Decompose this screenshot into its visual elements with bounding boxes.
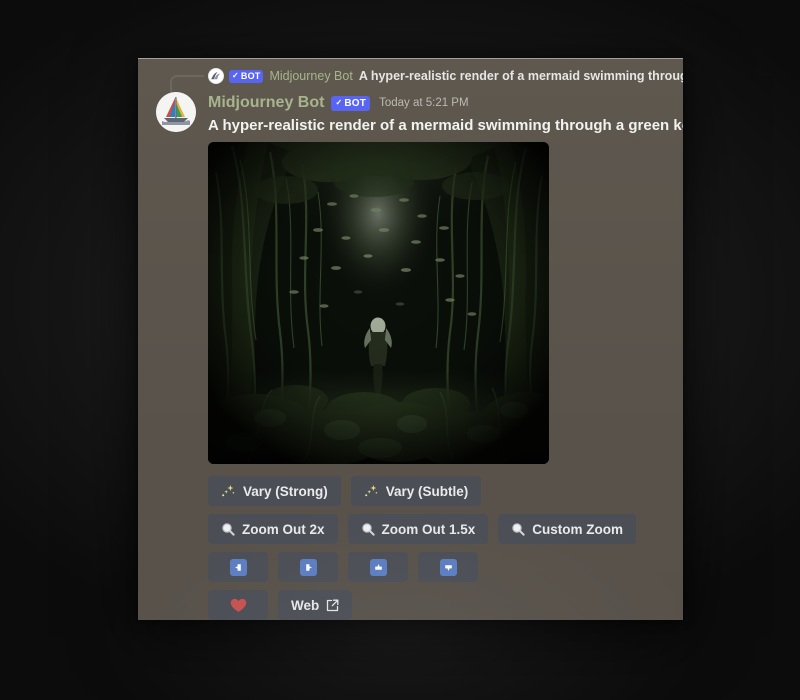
reply-author-name[interactable]: Midjourney Bot	[269, 69, 352, 83]
reply-preview-text[interactable]: A hyper-realistic render of a mermaid sw…	[359, 69, 683, 83]
kelp-forest-artwork	[208, 142, 549, 464]
magnifying-glass-icon	[511, 522, 525, 536]
message-author-name[interactable]: Midjourney Bot	[208, 94, 324, 112]
action-row-misc: Web	[208, 590, 683, 620]
button-label: Web	[291, 597, 320, 613]
generated-image-attachment[interactable]	[208, 142, 549, 464]
midjourney-logo-icon	[208, 68, 224, 84]
button-label: Vary (Subtle)	[385, 483, 469, 499]
arrow-down-icon	[439, 558, 457, 576]
arrow-left-icon	[229, 558, 247, 576]
pan-down-button[interactable]	[418, 552, 478, 582]
message-header: Midjourney Bot ✓ BOT Today at 5:21 PM	[208, 92, 683, 114]
button-label: Custom Zoom	[532, 521, 624, 537]
zoom-out-1-5x-button[interactable]: Zoom Out 1.5x	[347, 514, 489, 544]
pan-left-button[interactable]	[208, 552, 268, 582]
bot-badge-check-icon: ✓	[335, 98, 343, 107]
message-timestamp: Today at 5:21 PM	[379, 97, 469, 109]
web-button[interactable]: Web	[278, 590, 353, 620]
vary-strong-button[interactable]: Vary (Strong)	[208, 476, 341, 506]
reply-reference-bar[interactable]: ✓ BOT Midjourney Bot A hyper-realistic r…	[138, 64, 683, 109]
action-row-vary: Vary (Strong) Vary (Subtle)	[208, 476, 683, 506]
action-buttons: Vary (Strong) Vary (Subtle) Zoom Out 2x …	[208, 476, 683, 620]
zoom-out-2x-button[interactable]: Zoom Out 2x	[208, 514, 338, 544]
bot-badge-label: BOT	[240, 71, 261, 81]
button-label: Zoom Out 2x	[242, 521, 325, 537]
action-row-zoom: Zoom Out 2x Zoom Out 1.5x Custom Zoom	[208, 514, 683, 544]
external-link-icon	[326, 599, 339, 612]
chat-message: Midjourney Bot ✓ BOT Today at 5:21 PM A …	[138, 92, 683, 620]
sparkles-icon	[364, 484, 379, 498]
sparkles-icon	[221, 484, 236, 498]
desktop-background: ✓ BOT Midjourney Bot A hyper-realistic r…	[0, 0, 800, 700]
reply-bot-badge: ✓ BOT	[229, 69, 264, 83]
magnifying-glass-icon	[221, 522, 235, 536]
discord-message-panel: ✓ BOT Midjourney Bot A hyper-realistic r…	[138, 58, 683, 620]
message-prompt-text: A hyper-realistic render of a mermaid sw…	[208, 117, 683, 134]
button-label: Vary (Strong)	[243, 483, 328, 499]
favorite-button[interactable]	[208, 590, 268, 620]
custom-zoom-button[interactable]: Custom Zoom	[498, 514, 637, 544]
bot-badge-check-icon: ✓	[232, 71, 239, 80]
action-row-pan	[208, 552, 683, 582]
arrow-right-icon	[299, 558, 317, 576]
pan-up-button[interactable]	[348, 552, 408, 582]
bot-badge-label: BOT	[344, 97, 367, 109]
pan-right-button[interactable]	[278, 552, 338, 582]
button-label: Zoom Out 1.5x	[381, 521, 476, 537]
arrow-up-icon	[369, 558, 387, 576]
message-bot-badge: ✓ BOT	[331, 95, 371, 111]
heart-icon	[230, 598, 247, 613]
vary-subtle-button[interactable]: Vary (Subtle)	[350, 476, 482, 506]
magnifying-glass-icon	[361, 522, 375, 536]
midjourney-sailboat-avatar[interactable]	[156, 92, 196, 132]
